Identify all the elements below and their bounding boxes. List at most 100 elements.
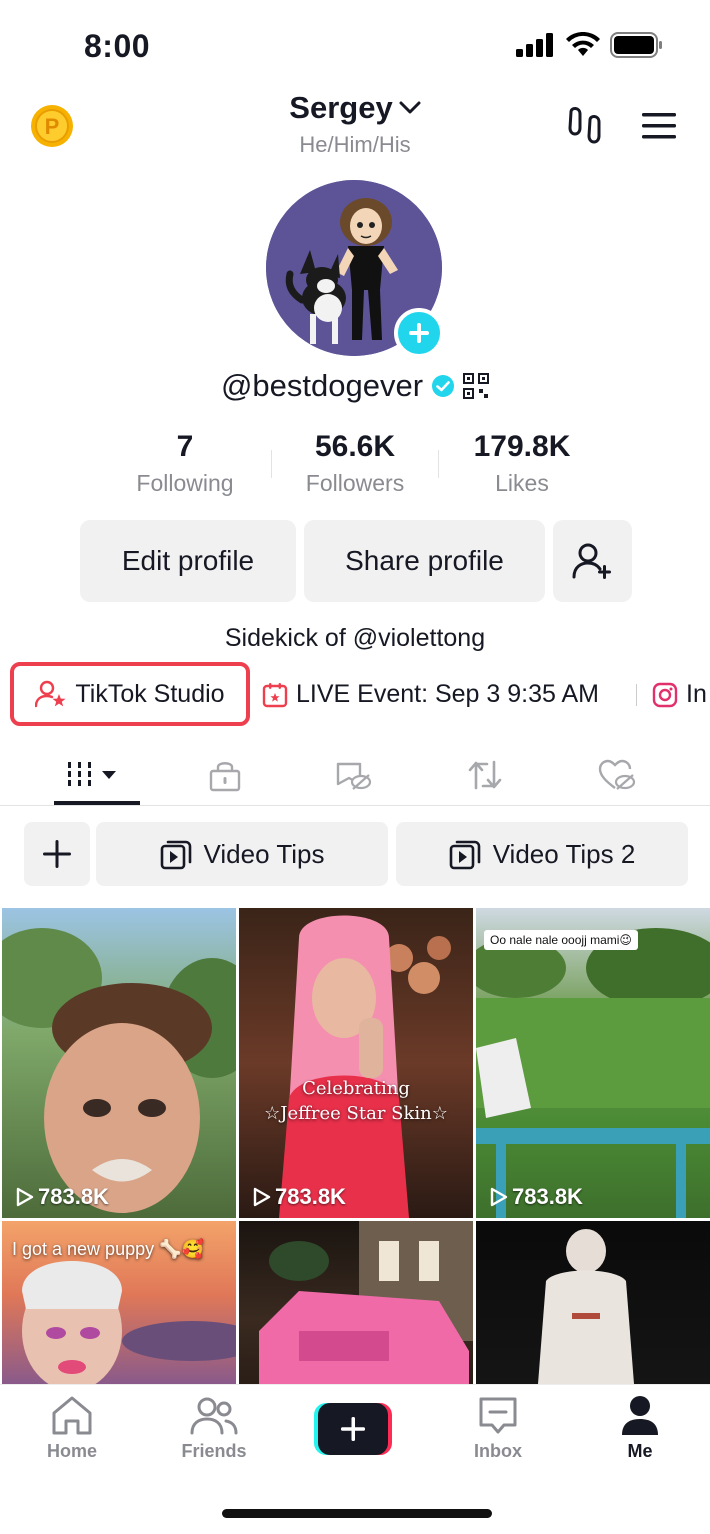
video-tile[interactable] bbox=[239, 1221, 473, 1384]
friends-icon bbox=[190, 1397, 238, 1435]
playlist-video-tips[interactable]: Video Tips bbox=[96, 822, 388, 886]
liked-icon bbox=[598, 759, 636, 790]
bio: Sidekick of @violettong bbox=[224, 624, 486, 652]
active-tab-indicator bbox=[54, 801, 140, 805]
profile-header: P Sergey He/Him/His bbox=[0, 86, 710, 166]
share-profile-button[interactable]: Share profile bbox=[304, 520, 545, 602]
create-button[interactable] bbox=[314, 1403, 392, 1455]
view-count: 783.8K bbox=[253, 1184, 346, 1210]
nav-home[interactable]: Home bbox=[22, 1395, 122, 1462]
tab-private[interactable] bbox=[180, 750, 270, 800]
tab-reposts[interactable] bbox=[440, 750, 530, 800]
home-indicator bbox=[222, 1509, 492, 1518]
account-switcher[interactable]: Sergey bbox=[289, 90, 421, 126]
stat-likes[interactable]: 179.8K Likes bbox=[437, 430, 607, 497]
tab-videos[interactable] bbox=[52, 750, 142, 800]
instagram-icon bbox=[652, 682, 678, 707]
video-tile[interactable]: Celebrating ☆Jeffree Star Skin☆ 783.8K bbox=[239, 908, 473, 1218]
play-icon bbox=[253, 1187, 271, 1207]
caption-line: ☆Jeffree Star Skin☆ bbox=[264, 1103, 448, 1124]
add-avatar-button[interactable] bbox=[394, 308, 444, 358]
stat-label: Likes bbox=[495, 470, 549, 496]
hidden-icon bbox=[336, 762, 372, 790]
video-grid: 783.8K Celebrating ☆Jeffree Star Skin☆ 7… bbox=[0, 908, 710, 1384]
studio-icon bbox=[35, 680, 67, 708]
verified-icon bbox=[432, 375, 455, 397]
view-count: 783.8K bbox=[16, 1184, 109, 1210]
nav-me[interactable]: Me bbox=[590, 1395, 690, 1462]
nav-home-label: Home bbox=[46, 1441, 97, 1461]
tiktok-studio-link[interactable]: TikTok Studio bbox=[10, 662, 250, 726]
stat-value: 56.6K bbox=[314, 430, 396, 463]
repost-icon bbox=[468, 760, 502, 790]
view-count: 783.8K bbox=[490, 1184, 583, 1210]
view-count-value: 783.8K bbox=[38, 1184, 109, 1209]
video-thumbnail bbox=[476, 928, 710, 1218]
instagram-link[interactable]: In bbox=[652, 680, 707, 709]
video-tile[interactable]: Oo nale nale ooojj mami😉 783.8K bbox=[476, 908, 710, 1218]
video-thumbnail bbox=[279, 915, 451, 1218]
profile-handle: @bestdogever bbox=[220, 368, 424, 403]
plus-icon bbox=[43, 840, 71, 868]
nav-friends[interactable]: Friends bbox=[164, 1395, 264, 1462]
plus-icon bbox=[409, 323, 429, 343]
play-icon bbox=[16, 1187, 34, 1207]
handle-row: @bestdogever bbox=[0, 368, 710, 404]
stat-following[interactable]: 7 Following bbox=[100, 430, 270, 497]
nav-me-label: Me bbox=[627, 1441, 653, 1461]
video-thumbnail bbox=[259, 1221, 473, 1384]
stat-label: Followers bbox=[305, 470, 405, 496]
add-friend-button[interactable] bbox=[553, 520, 632, 602]
play-icon bbox=[490, 1187, 508, 1207]
signal-icon bbox=[516, 33, 553, 57]
home-icon bbox=[52, 1396, 92, 1435]
video-tile[interactable]: I got a new puppy 🦴🥰 bbox=[2, 1221, 236, 1384]
tiktok-studio-label: TikTok Studio bbox=[75, 679, 225, 708]
caption-line: Celebrating bbox=[302, 1078, 410, 1099]
playlist-icon bbox=[449, 840, 480, 870]
video-thumbnail bbox=[538, 1229, 634, 1384]
status-time: 8:00 bbox=[84, 28, 151, 64]
edit-profile-button[interactable]: Edit profile bbox=[80, 520, 296, 602]
nav-friends-label: Friends bbox=[181, 1441, 247, 1461]
username: Sergey bbox=[289, 90, 393, 125]
playlist-icon bbox=[160, 840, 191, 870]
lock-icon bbox=[209, 762, 241, 792]
status-icons bbox=[516, 32, 664, 58]
nav-inbox[interactable]: Inbox bbox=[448, 1395, 548, 1462]
nav-inbox-label: Inbox bbox=[474, 1441, 522, 1461]
calendar-icon bbox=[262, 682, 288, 707]
grid-icon bbox=[68, 762, 116, 786]
view-count-value: 783.8K bbox=[275, 1184, 346, 1209]
video-thumbnail bbox=[2, 928, 236, 1213]
add-playlist-button[interactable] bbox=[24, 822, 90, 886]
profile-icon bbox=[622, 1396, 658, 1435]
instagram-label: In bbox=[686, 680, 707, 708]
tab-hidden[interactable] bbox=[308, 750, 398, 800]
qr-code-icon[interactable] bbox=[463, 373, 490, 399]
live-event-label: LIVE Event: Sep 3 9:35 AM bbox=[296, 680, 599, 708]
link-separator bbox=[636, 684, 637, 706]
stat-followers[interactable]: 56.6K Followers bbox=[270, 430, 440, 497]
stat-value: 179.8K bbox=[473, 430, 571, 463]
add-friend-icon bbox=[572, 543, 611, 579]
tab-liked[interactable] bbox=[572, 750, 662, 800]
status-bar: 8:00 bbox=[0, 0, 710, 90]
chevron-down-icon bbox=[399, 101, 421, 114]
video-tile[interactable]: 783.8K bbox=[2, 908, 236, 1218]
footprint-icon[interactable] bbox=[566, 106, 604, 146]
live-event-link[interactable]: LIVE Event: Sep 3 9:35 AM bbox=[262, 680, 599, 709]
video-tile[interactable] bbox=[476, 1221, 710, 1384]
battery-icon bbox=[610, 32, 662, 58]
content-tabs bbox=[0, 740, 710, 806]
bottom-nav: Home Friends Inbox Me bbox=[0, 1384, 710, 1534]
inbox-icon bbox=[479, 1397, 517, 1434]
playlist-video-tips-2[interactable]: Video Tips 2 bbox=[396, 822, 688, 886]
menu-icon[interactable] bbox=[640, 110, 678, 142]
playlist-label: Video Tips bbox=[203, 838, 325, 869]
profile-links: TikTok Studio LIVE Event: Sep 3 9:35 AM … bbox=[0, 662, 710, 728]
profile-stats: 7 Following 56.6K Followers 179.8K Likes bbox=[100, 430, 610, 500]
wifi-icon bbox=[566, 32, 600, 56]
video-sticker: Oo nale nale ooojj mami😉 bbox=[484, 930, 638, 950]
stat-label: Following bbox=[136, 470, 234, 496]
